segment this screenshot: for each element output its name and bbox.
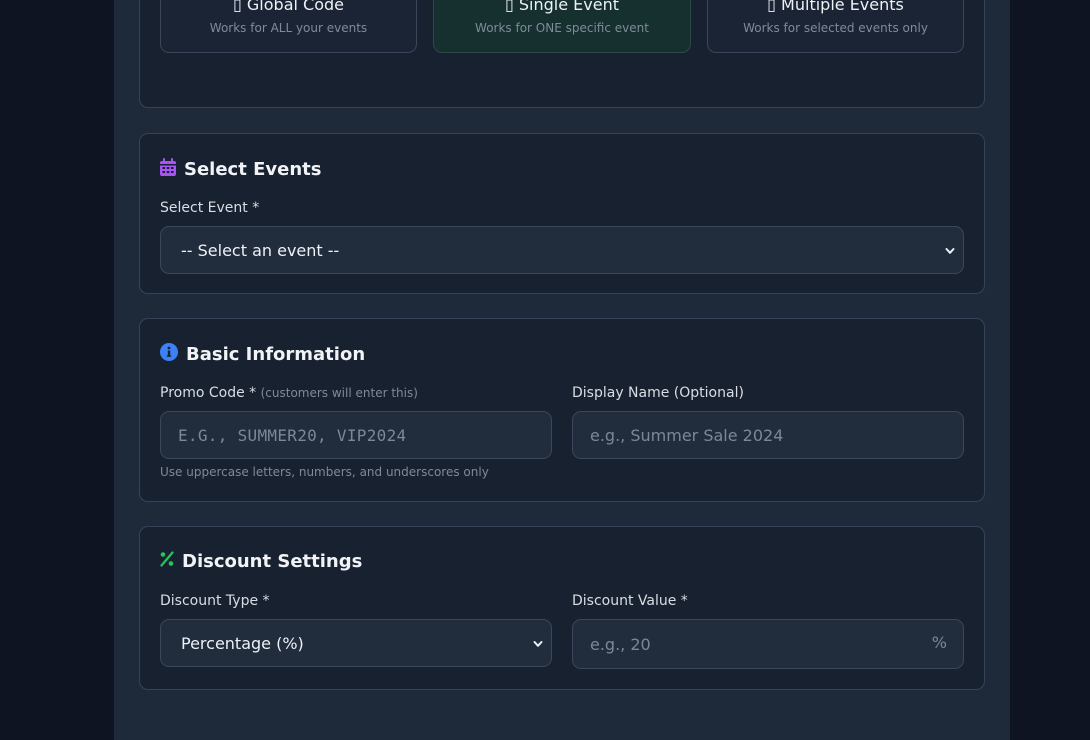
- select-events-card: Select Events Select Event * -- Select a…: [139, 133, 985, 294]
- promo-code-hint: (customers will enter this): [260, 386, 418, 400]
- scope-option-description: Works for selected events only: [743, 21, 928, 35]
- display-name-label: Display Name (Optional): [572, 385, 744, 401]
- discount-value-input[interactable]: e.g., 20 %: [572, 619, 964, 669]
- scope-option-description: Works for ALL your events: [209, 21, 368, 35]
- select-event-label: Select Event *: [160, 200, 260, 216]
- basic-information-card: Basic Information Promo Code * (customer…: [139, 318, 985, 502]
- scope-option-description: Works for ONE specific event: [475, 21, 649, 35]
- percent-icon: [160, 551, 174, 572]
- discount-type-select[interactable]: Percentage (%): [160, 619, 552, 667]
- percent-suffix: %: [931, 633, 947, 652]
- code-scope-card: ▯ Global Code Works for ALL your events …: [139, 0, 985, 108]
- chevron-down-icon: [533, 636, 543, 655]
- discount-type-value: Percentage (%): [181, 633, 304, 653]
- discount-value-placeholder: e.g., 20: [590, 634, 651, 654]
- section-title: Basic Information: [160, 343, 365, 366]
- promo-code-placeholder: E.G., SUMMER20, VIP2024: [178, 425, 407, 445]
- scope-option-title: ▯ Multiple Events: [767, 0, 904, 14]
- discount-type-label: Discount Type *: [160, 593, 270, 609]
- calendar-icon: [160, 158, 176, 181]
- promo-code-label: Promo Code * (customers will enter this): [160, 385, 418, 401]
- display-name-placeholder: e.g., Summer Sale 2024: [590, 425, 784, 445]
- display-name-input[interactable]: e.g., Summer Sale 2024: [572, 411, 964, 459]
- section-title: Discount Settings: [160, 551, 362, 572]
- section-title: Select Events: [160, 158, 321, 181]
- discount-settings-card: Discount Settings Discount Type * Percen…: [139, 526, 985, 690]
- info-icon: [160, 343, 178, 366]
- scope-option-multiple[interactable]: ▯ Multiple Events Works for selected eve…: [707, 0, 964, 53]
- event-select[interactable]: -- Select an event --: [160, 226, 964, 274]
- promo-code-input[interactable]: E.G., SUMMER20, VIP2024: [160, 411, 552, 459]
- promo-code-help: Use uppercase letters, numbers, and unde…: [160, 465, 489, 479]
- chevron-down-icon: [945, 243, 955, 262]
- discount-value-label: Discount Value *: [572, 593, 688, 609]
- scope-option-title: ▯ Global Code: [233, 0, 344, 14]
- scope-option-single[interactable]: ▯ Single Event Works for ONE specific ev…: [433, 0, 691, 53]
- scope-option-title: ▯ Single Event: [504, 0, 619, 14]
- event-select-value: -- Select an event --: [181, 240, 340, 260]
- scope-option-global[interactable]: ▯ Global Code Works for ALL your events: [160, 0, 417, 53]
